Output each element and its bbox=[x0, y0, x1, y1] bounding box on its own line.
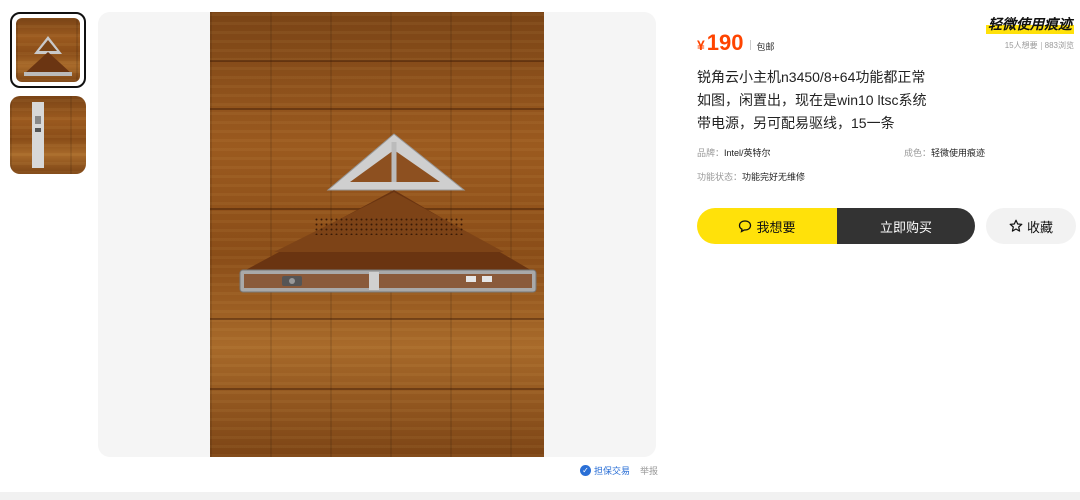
price-divider bbox=[749, 40, 751, 50]
view-count: 883浏览 bbox=[1044, 41, 1074, 50]
want-count: 15人想要 bbox=[1004, 41, 1038, 50]
buy-now-button[interactable]: 立即购买 bbox=[837, 208, 975, 244]
star-icon bbox=[1009, 219, 1023, 232]
report-link[interactable]: 举报 bbox=[640, 464, 658, 477]
stats-divider bbox=[1040, 41, 1042, 50]
device-mini-icon bbox=[24, 36, 72, 76]
secure-trade-label: 担保交易 bbox=[594, 466, 631, 476]
attr-condition-value: 轻微使用痕迹 bbox=[931, 148, 986, 158]
image-footer: ✓ 担保交易 举报 bbox=[580, 464, 658, 477]
attr-function: 功能状态：功能完好无维修 bbox=[697, 170, 805, 183]
attr-function-value: 功能完好无维修 bbox=[742, 172, 806, 182]
shield-check-icon: ✓ bbox=[580, 465, 591, 476]
shipping-label: 包邮 bbox=[756, 42, 775, 52]
device-side-icon bbox=[32, 102, 44, 168]
want-button[interactable]: 我想要 bbox=[697, 208, 837, 244]
secure-trade-link[interactable]: ✓ 担保交易 bbox=[580, 464, 630, 477]
attr-condition: 成色：轻微使用痕迹 bbox=[904, 146, 985, 159]
attr-brand-value: Intel/英特尔 bbox=[724, 148, 771, 158]
thumbnail-1[interactable] bbox=[10, 12, 86, 88]
thumbnail-2[interactable] bbox=[10, 96, 86, 174]
mini-pc-device-icon bbox=[239, 133, 537, 293]
main-image-panel[interactable] bbox=[98, 12, 656, 457]
thumbnail-1-image bbox=[16, 18, 80, 82]
description-line: 锐角云小主机n3450/8+64功能都正常 bbox=[697, 69, 926, 85]
want-button-label: 我想要 bbox=[756, 219, 796, 235]
thumbnail-2-image bbox=[10, 96, 86, 174]
product-card: ✓ 担保交易 举报 ¥ 190 包邮 轻微使用痕迹 15人想要 883浏览 锐角… bbox=[0, 0, 1080, 492]
product-photo bbox=[210, 12, 544, 457]
attr-brand: 品牌：Intel/英特尔 bbox=[697, 146, 771, 159]
description-line: 带电源，另可配易驱线，15一条 bbox=[697, 115, 895, 131]
description-line: 如图，闲置出，现在是win10 ltsc系统 bbox=[697, 92, 927, 108]
buy-now-label: 立即购买 bbox=[879, 219, 932, 235]
currency-symbol: ¥ bbox=[697, 37, 705, 53]
product-description: 锐角云小主机n3450/8+64功能都正常 如图，闲置出，现在是win10 lt… bbox=[697, 66, 947, 135]
favorite-button[interactable]: 收藏 bbox=[986, 208, 1076, 244]
favorite-label: 收藏 bbox=[1026, 219, 1053, 235]
condition-badge: 轻微使用痕迹 bbox=[986, 14, 1074, 34]
chat-bubble-icon bbox=[739, 220, 752, 233]
stats: 15人想要 883浏览 bbox=[1005, 40, 1074, 51]
price-row: ¥ 190 包邮 bbox=[697, 30, 775, 56]
attr-brand-key: 品牌： bbox=[697, 148, 725, 158]
price-amount: 190 bbox=[706, 30, 744, 55]
attr-function-key: 功能状态： bbox=[697, 172, 743, 182]
attr-condition-key: 成色： bbox=[904, 148, 932, 158]
